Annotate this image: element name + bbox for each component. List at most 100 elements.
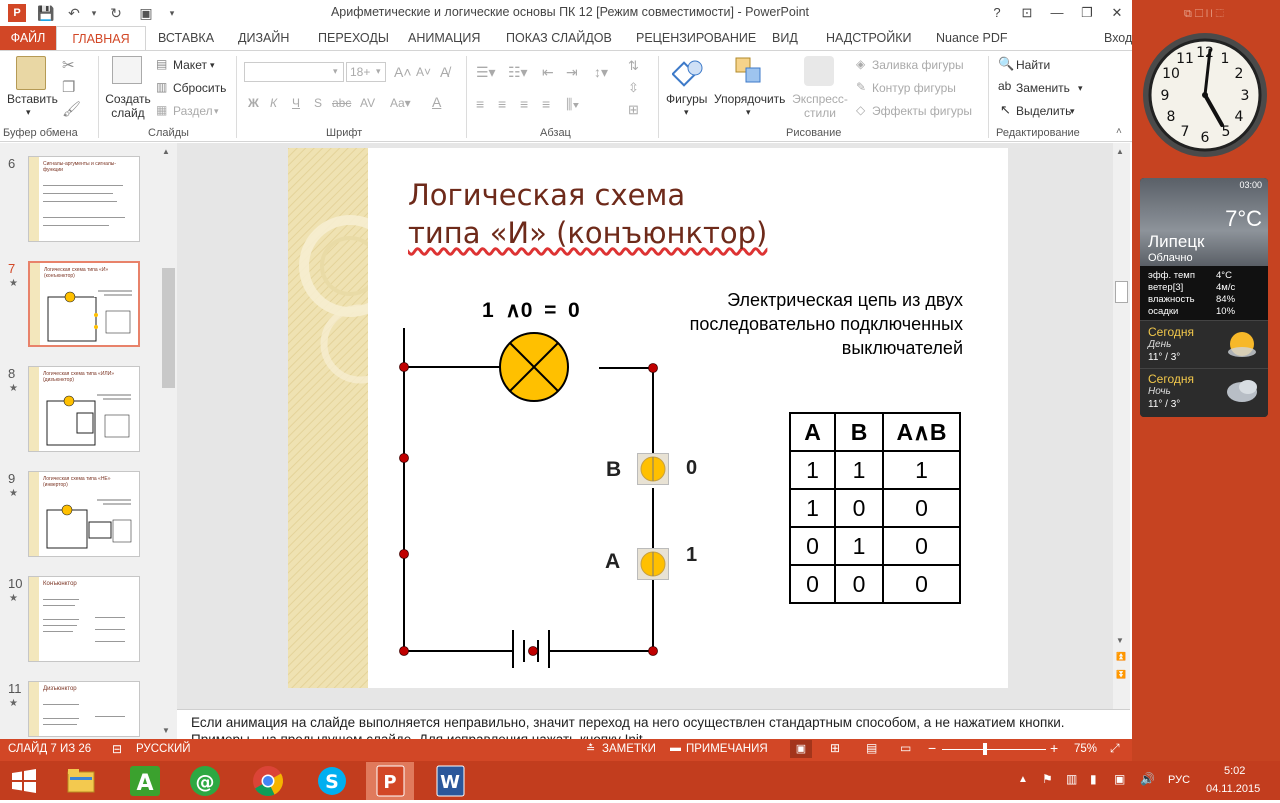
char-spacing-icon[interactable]: AV: [360, 96, 375, 110]
tab-slideshow[interactable]: ПОКАЗ СЛАЙДОВ: [506, 26, 612, 50]
analog-clock-widget[interactable]: 12 12 345 678 91011: [1140, 30, 1270, 160]
layout-dropdown-icon[interactable]: ▾: [210, 60, 215, 71]
tray-flag-icon[interactable]: ⚑: [1042, 772, 1053, 786]
smartart-icon[interactable]: ⊞: [628, 102, 639, 118]
thumbnail-slide-7[interactable]: Логическая схема типа «И» (конъюнктор): [28, 261, 140, 347]
taskbar-app-a-icon[interactable]: A: [120, 763, 168, 799]
font-size-dropdown-icon[interactable]: ▾: [376, 66, 381, 77]
arrange-icon[interactable]: [734, 56, 764, 86]
minimize-button[interactable]: —: [1044, 2, 1070, 24]
sign-in-link[interactable]: Вход: [1104, 26, 1132, 50]
align-right-icon[interactable]: ≡: [520, 96, 528, 112]
underline-button[interactable]: Ч: [292, 96, 300, 110]
clock-time[interactable]: 5:02: [1224, 765, 1245, 777]
chrome-icon[interactable]: [244, 763, 292, 799]
select-button[interactable]: Выделить: [1016, 104, 1071, 118]
notes-icon[interactable]: ≛: [586, 742, 595, 755]
undo-icon[interactable]: ↶: [64, 3, 84, 23]
find-button[interactable]: Найти: [1016, 58, 1050, 72]
redo-icon[interactable]: ↻: [106, 3, 126, 23]
weather-widget[interactable]: 03:00 7°C Липецк Облачно эфф. темп 4°C в…: [1140, 178, 1268, 417]
replace-icon[interactable]: ab: [998, 79, 1011, 93]
slide-canvas[interactable]: Логическая схема типа «И» (конъюнктор) 1…: [288, 148, 1008, 688]
paste-icon[interactable]: [16, 56, 46, 90]
bold-button[interactable]: Ж: [248, 96, 259, 110]
arrange-dropdown-icon[interactable]: ▾: [746, 107, 751, 118]
thumbnail-slide-11[interactable]: Дизъюнктор: [28, 681, 140, 737]
align-left-icon[interactable]: ≡: [476, 96, 484, 112]
truth-table[interactable]: А В А∧В 1 1 1 1 0 0 0 1 0 0 0 0: [789, 412, 961, 604]
zoom-slider-track[interactable]: [942, 749, 1046, 750]
bullets-icon[interactable]: ☰▾: [476, 64, 496, 81]
find-icon[interactable]: 🔍: [998, 56, 1014, 72]
tray-battery-icon[interactable]: ▮: [1090, 772, 1097, 786]
close-button[interactable]: ✕: [1104, 2, 1130, 24]
scroll-up-icon[interactable]: ▲: [162, 147, 170, 156]
scroll-down-icon[interactable]: ▼: [162, 726, 170, 735]
reading-view-icon[interactable]: ▤: [866, 741, 877, 755]
increase-indent-icon[interactable]: ⇥: [566, 64, 578, 81]
section-button[interactable]: Раздел: [173, 104, 213, 118]
arrange-button[interactable]: Упорядочить: [714, 92, 785, 106]
shape-effects-icon[interactable]: ◇: [856, 103, 865, 117]
italic-button[interactable]: К: [270, 96, 277, 110]
align-text-icon[interactable]: ⇳: [628, 80, 639, 96]
mail-agent-icon[interactable]: @: [180, 763, 228, 799]
zoom-slider-thumb[interactable]: [983, 743, 987, 755]
grow-font-icon[interactable]: A˄: [394, 64, 412, 80]
line-spacing-icon[interactable]: ↕▾: [594, 64, 608, 81]
collapse-ribbon-icon[interactable]: ˄: [1116, 126, 1122, 137]
tray-network-icon[interactable]: ▥: [1066, 772, 1077, 786]
previous-slide-icon[interactable]: ⏫: [1116, 652, 1126, 661]
slide-sorter-icon[interactable]: ⊞: [830, 741, 840, 755]
ribbon-display-options-icon[interactable]: ⊡: [1014, 2, 1040, 24]
skype-icon[interactable]: S: [308, 763, 356, 799]
start-button[interactable]: [8, 765, 40, 797]
section-icon[interactable]: ▦: [156, 103, 167, 117]
comments-toggle-button[interactable]: ПРИМЕЧАНИЯ: [686, 743, 768, 755]
zoom-in-icon[interactable]: +: [1050, 740, 1058, 756]
clock-date[interactable]: 04.11.2015: [1206, 783, 1260, 795]
logic-expression[interactable]: 1 ∧0 = 0: [482, 298, 580, 323]
start-slideshow-icon[interactable]: ▣: [136, 3, 156, 23]
thumbnail-slide-6[interactable]: Сигналы-аргументы и сигналы-функции: [28, 156, 140, 242]
powerpoint-taskbar-icon[interactable]: P: [366, 762, 414, 800]
numbering-icon[interactable]: ☷▾: [508, 64, 528, 81]
word-taskbar-icon[interactable]: W: [426, 763, 474, 799]
text-direction-icon[interactable]: ⇅: [628, 58, 639, 74]
reset-icon[interactable]: ▥: [156, 80, 167, 94]
switch-a-button[interactable]: [637, 548, 669, 580]
shape-outline-button[interactable]: Контур фигуры: [872, 81, 956, 95]
scroll-down-icon[interactable]: ▼: [1116, 636, 1124, 645]
shapes-dropdown-icon[interactable]: ▾: [684, 107, 689, 118]
tab-addins[interactable]: НАДСТРОЙКИ: [826, 26, 912, 50]
zoom-level[interactable]: 75%: [1074, 743, 1097, 755]
language-indicator[interactable]: РУССКИЙ: [136, 743, 191, 755]
clear-format-icon[interactable]: A̸: [440, 64, 449, 80]
slide-scroll-thumb[interactable]: [1115, 281, 1128, 303]
shape-outline-icon[interactable]: ✎: [856, 80, 866, 94]
font-name-dropdown-icon[interactable]: ▾: [333, 66, 338, 77]
spellcheck-icon[interactable]: ⊟: [112, 742, 122, 756]
shape-effects-button[interactable]: Эффекты фигуры: [872, 104, 972, 118]
notes-pane[interactable]: Если анимация на слайде выполняется непр…: [177, 709, 1130, 739]
next-slide-icon[interactable]: ⏬: [1116, 670, 1126, 679]
font-color-icon[interactable]: A: [432, 94, 441, 110]
quick-styles-button[interactable]: Экспресс-стили: [790, 92, 850, 120]
thumbnail-slide-10[interactable]: Конъюнктор: [28, 576, 140, 662]
scroll-up-icon[interactable]: ▲: [1116, 147, 1124, 156]
select-dropdown-icon[interactable]: ▾: [1070, 106, 1075, 117]
switch-b-button[interactable]: [637, 453, 669, 485]
shapes-button[interactable]: Фигуры: [666, 92, 707, 106]
quick-styles-icon[interactable]: [804, 56, 834, 86]
paste-button[interactable]: Вставить: [7, 92, 58, 106]
zoom-out-icon[interactable]: −: [928, 740, 936, 756]
columns-icon[interactable]: ⫼▾: [566, 96, 579, 113]
strikethrough-icon[interactable]: abc: [332, 96, 351, 110]
shadow-button[interactable]: S: [314, 96, 322, 110]
shrink-font-icon[interactable]: A˅: [416, 65, 431, 79]
tab-design[interactable]: ДИЗАЙН: [238, 26, 289, 50]
tray-overflow-icon[interactable]: ▲: [1018, 774, 1028, 785]
tray-display-icon[interactable]: ▣: [1114, 772, 1125, 786]
shapes-icon[interactable]: [671, 56, 704, 88]
